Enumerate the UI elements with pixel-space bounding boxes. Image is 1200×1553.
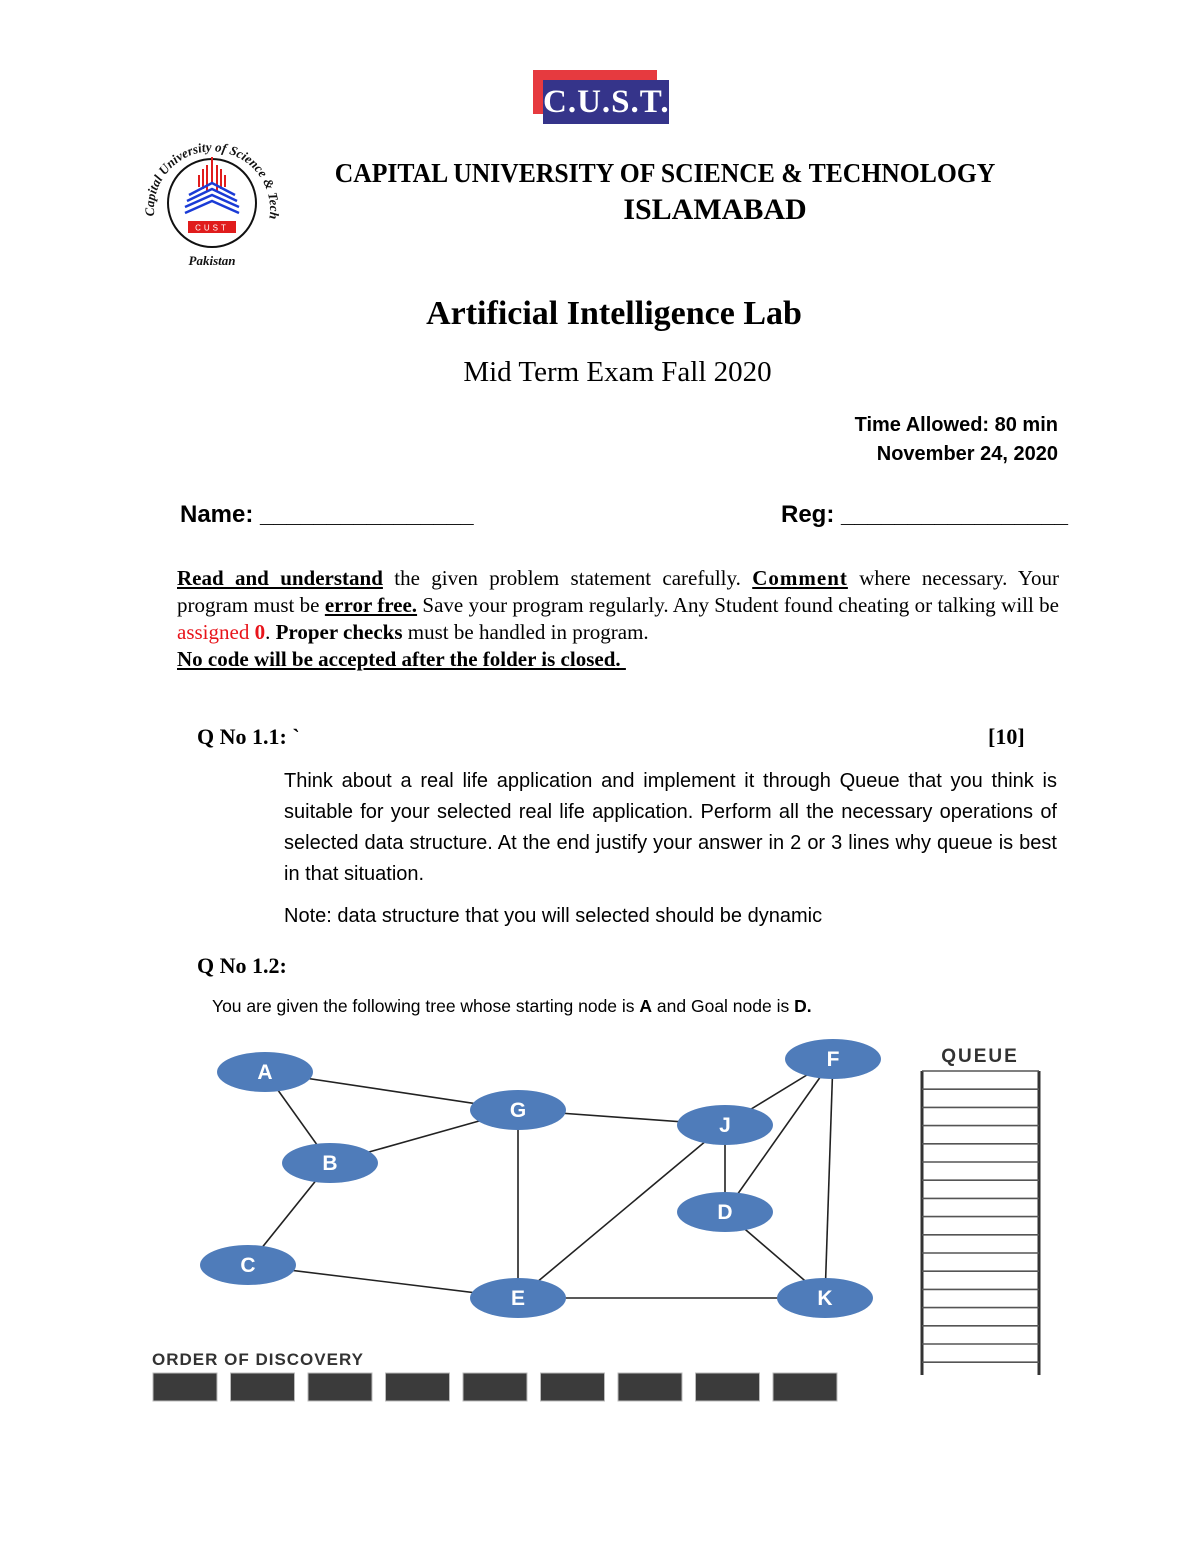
graph-node-label: K	[817, 1287, 832, 1310]
graph-node-d: D	[677, 1192, 773, 1232]
graph-node-label: D	[717, 1201, 732, 1224]
q12-text: You are given the following tree whose s…	[212, 996, 640, 1016]
name-field[interactable]: Name: ________________	[180, 501, 474, 529]
graph-node-e: E	[470, 1278, 566, 1318]
instr-proper-checks: Proper checks	[275, 620, 403, 644]
exam-title: Mid Term Exam Fall 2020	[463, 356, 772, 388]
q12-text: and Goal node is	[652, 996, 795, 1016]
instr-read-understand: Read and understand	[177, 566, 383, 590]
discovery-slot-8[interactable]	[695, 1372, 760, 1402]
graph-nodes: A B C G E J D F K	[200, 1039, 881, 1318]
cust-badge-logo: C.U.S.T.	[533, 70, 669, 124]
order-of-discovery-title: ORDER OF DISCOVERY	[152, 1350, 364, 1369]
course-title: Artificial Intelligence Lab	[426, 295, 802, 332]
discovery-slot-3[interactable]	[307, 1372, 373, 1402]
q11-body: Think about a real life application and …	[284, 770, 1057, 885]
q12-body: You are given the following tree whose s…	[212, 996, 812, 1017]
q11-label: Q No 1.1: `	[197, 724, 300, 749]
instr-error-free: error free.	[324, 593, 418, 617]
graph-node-label: A	[257, 1061, 272, 1084]
exam-date: November 24, 2020	[876, 443, 1058, 465]
graph-node-label: B	[322, 1152, 337, 1175]
reg-field[interactable]: Reg: _________________	[781, 501, 1068, 529]
q12-start-node: A	[639, 996, 653, 1016]
badge-text: C.U.S.T.	[543, 80, 669, 124]
graph-node-g: G	[470, 1090, 566, 1130]
graph-node-f: F	[785, 1039, 881, 1079]
graph-edge-f-k	[824, 1058, 834, 1299]
instr-text: the given problem statement carefully.	[382, 566, 753, 590]
instr-assigned: assigned	[177, 620, 255, 644]
instr-zero: 0	[254, 620, 266, 644]
university-name: CAPITAL UNIVERSITY OF SCIENCE & TECHNOLO…	[334, 158, 996, 188]
discovery-slot-7[interactable]	[617, 1372, 683, 1402]
graph-node-label: C	[240, 1254, 255, 1277]
discovery-slot-2[interactable]	[230, 1372, 295, 1402]
time-allowed: Time Allowed: 80 min	[854, 414, 1058, 436]
instr-comment: Comment	[752, 566, 848, 590]
graph-node-b: B	[282, 1143, 378, 1183]
instr-text: must be handled in program.	[402, 620, 649, 644]
q12-label: Q No 1.2:	[197, 953, 287, 978]
graph-node-label: F	[827, 1048, 840, 1071]
seal-bottom-text: Pakistan	[189, 253, 236, 268]
graph-node-k: K	[777, 1278, 873, 1318]
instr-text: Save your program regularly. Any Student…	[417, 593, 1059, 617]
graph-node-label: E	[511, 1287, 525, 1310]
q12-goal-node: D.	[794, 996, 812, 1016]
university-city: ISLAMABAD	[623, 193, 807, 226]
q11-note: Note: data structure that you will selec…	[284, 905, 823, 927]
instr-closing-note: No code will be accepted after the folde…	[177, 647, 626, 671]
discovery-slot-1[interactable]	[152, 1372, 218, 1402]
order-of-discovery-boxes	[152, 1372, 838, 1402]
q11-marks: [10]	[988, 724, 1025, 749]
queue-ladder	[920, 1070, 1041, 1375]
discovery-slot-9[interactable]	[772, 1372, 838, 1402]
graph-node-a: A	[217, 1052, 313, 1092]
graph-node-c: C	[200, 1245, 296, 1285]
graph-node-label: G	[510, 1099, 526, 1122]
discovery-slot-5[interactable]	[462, 1372, 528, 1402]
discovery-slot-4[interactable]	[385, 1372, 450, 1402]
discovery-slot-6[interactable]	[540, 1372, 605, 1402]
graph-node-label: J	[719, 1114, 731, 1137]
queue-title: QUEUE	[941, 1046, 1019, 1067]
instructions-paragraph: Read and understand the given problem st…	[177, 565, 1059, 673]
graph-node-j: J	[677, 1105, 773, 1145]
instr-text: .	[265, 620, 276, 644]
